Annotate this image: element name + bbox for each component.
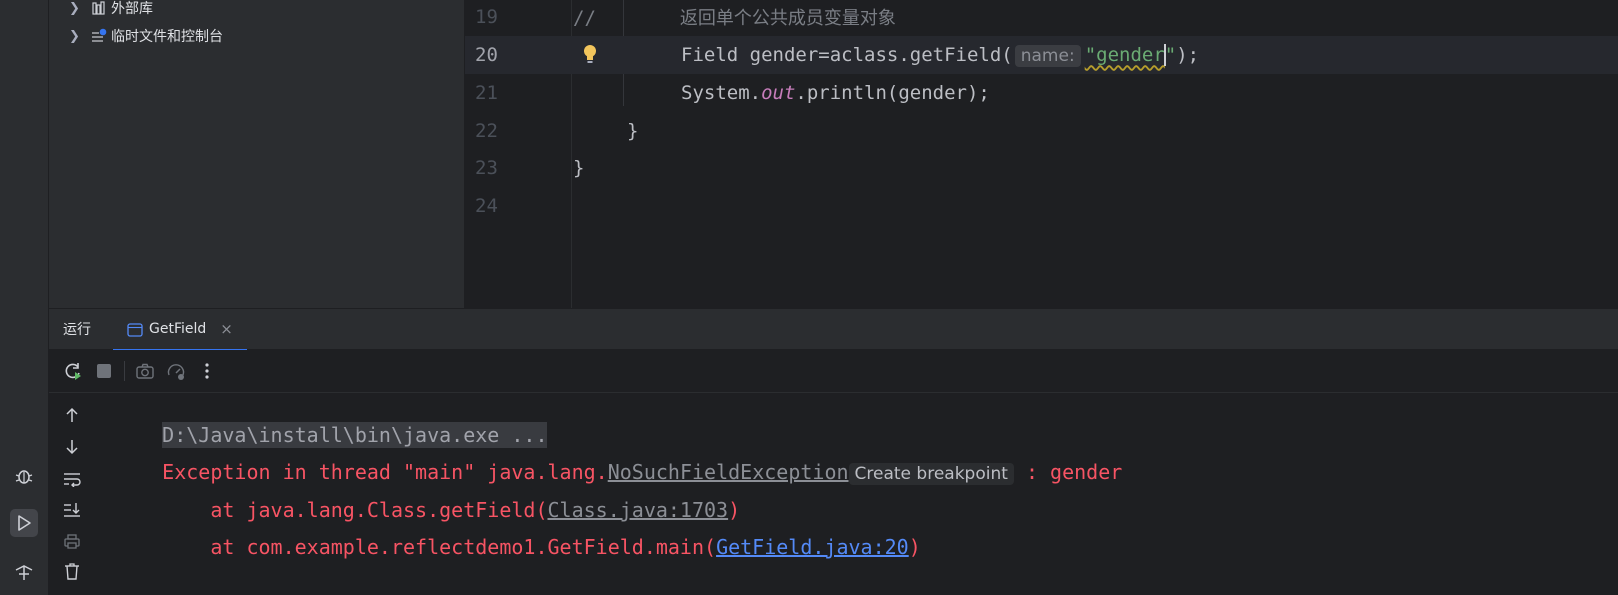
code-line[interactable]: 23 } xyxy=(465,149,1618,187)
code-text: .println(gender); xyxy=(795,82,990,104)
code-line[interactable]: 21 System.out.println(gender); xyxy=(465,74,1618,112)
create-breakpoint-button[interactable]: Create breakpoint xyxy=(848,463,1014,485)
code-line[interactable]: 22 } xyxy=(465,112,1618,150)
code-text: ); xyxy=(1176,43,1200,66)
line-number: 21 xyxy=(475,82,498,104)
close-icon[interactable]: × xyxy=(220,320,233,338)
line-number: 22 xyxy=(475,120,498,142)
project-tree: ❯ 外部库 ❯ 临时文件和控制台 xyxy=(49,0,464,308)
tree-item-scratches[interactable]: ❯ 临时文件和控制台 xyxy=(69,25,223,47)
code-text: Field gender=aclass.getField( xyxy=(681,43,1013,66)
tree-item-external-libraries[interactable]: ❯ 外部库 xyxy=(69,0,153,19)
exception-text: : gender xyxy=(1013,460,1123,484)
console-line-trace: at com.example.reflectdemo1.GetField.mai… xyxy=(114,511,921,583)
camera-icon[interactable] xyxy=(134,360,156,382)
run-console[interactable]: D:\Java\install\bin\java.exe ... Excepti… xyxy=(49,393,1618,595)
line-number: 19 xyxy=(475,6,498,28)
parameter-hint: name: xyxy=(1014,44,1081,67)
stack-frame-link[interactable]: GetField.java:20 xyxy=(716,535,909,559)
terminal-icon[interactable] xyxy=(10,558,38,586)
line-number: 24 xyxy=(475,195,498,217)
tab-label: GetField xyxy=(149,321,207,337)
arrow-up-icon[interactable] xyxy=(61,404,83,426)
library-icon xyxy=(91,0,107,16)
rerun-icon[interactable] xyxy=(62,360,84,382)
code-text: } xyxy=(627,120,639,142)
string-literal-close: " xyxy=(1164,43,1177,66)
comment-text: 返回单个公共成员变量对象 xyxy=(679,8,896,29)
tree-item-label: 临时文件和控制台 xyxy=(111,29,223,45)
static-field: out xyxy=(761,82,796,104)
code-line-current[interactable]: 20 Field gender=aclass.getField(name: "ge… xyxy=(465,36,1618,74)
console-tab-icon xyxy=(127,322,143,337)
code-line[interactable]: 24 xyxy=(465,187,1618,225)
code-editor[interactable]: 19 // 返回单个公共成员变量对象 20 Field gender=aclass… xyxy=(465,0,1618,308)
code-text: System. xyxy=(681,82,762,104)
soft-wrap-icon[interactable] xyxy=(61,468,83,490)
intention-bulb-icon[interactable] xyxy=(581,43,599,69)
more-options-icon[interactable] xyxy=(196,360,218,382)
string-literal: "gender xyxy=(1084,43,1165,66)
chevron-right-icon[interactable]: ❯ xyxy=(69,1,83,16)
code-text: } xyxy=(573,157,585,179)
line-number: 23 xyxy=(475,157,498,179)
run-panel-title: 运行 xyxy=(63,322,91,338)
tab-getfield[interactable]: GetField × xyxy=(113,309,247,351)
run-toolbar xyxy=(49,350,1618,393)
stop-icon[interactable] xyxy=(93,360,115,382)
run-icon[interactable] xyxy=(10,509,38,537)
arrow-down-icon[interactable] xyxy=(61,436,83,458)
run-panel-header: 运行 GetField × xyxy=(49,309,1618,351)
line-number: 20 xyxy=(475,44,498,66)
trash-icon[interactable] xyxy=(61,560,83,582)
chevron-right-icon[interactable]: ❯ xyxy=(69,29,83,44)
comment-marker: // xyxy=(573,7,596,29)
scratch-icon xyxy=(91,28,107,44)
gauge-icon[interactable] xyxy=(165,360,187,382)
scroll-to-end-icon[interactable] xyxy=(61,499,83,521)
toolbar-divider xyxy=(124,361,125,381)
tree-item-label: 外部库 xyxy=(111,1,153,17)
console-side-toolbar xyxy=(49,393,97,595)
code-line[interactable]: 19 // 返回单个公共成员变量对象 xyxy=(465,0,1618,36)
tool-window-strip xyxy=(0,0,49,595)
trace-text: ) xyxy=(908,535,921,559)
print-icon[interactable] xyxy=(61,530,83,552)
trace-text: at com.example.reflectdemo1.GetField.mai… xyxy=(162,535,717,559)
debug-icon[interactable] xyxy=(10,462,38,490)
